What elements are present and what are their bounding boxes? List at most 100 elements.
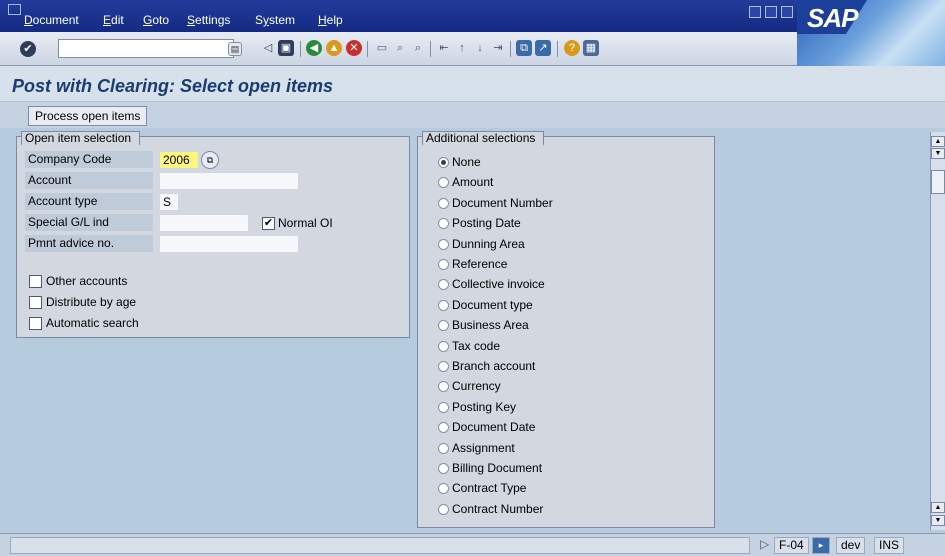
radio-label-dunning-area: Dunning Area	[452, 236, 525, 251]
back-icon[interactable]: ◀	[306, 40, 322, 56]
command-history-icon[interactable]: ▤	[228, 42, 242, 56]
company-code-field[interactable]: 2006	[159, 151, 199, 169]
menu-goto[interactable]: Goto	[143, 13, 169, 27]
application-toolbar: Process open items	[0, 102, 945, 128]
previous-page-icon[interactable]: ↑	[454, 40, 470, 56]
open-item-selection-group: Open item selection Company Code 2006 ⧉ …	[16, 131, 410, 338]
vertical-scrollbar[interactable]: ▲ ▼ ▲ ▼	[930, 132, 945, 530]
radio-billing-document[interactable]	[438, 463, 449, 474]
radio-label-branch-account: Branch account	[452, 359, 536, 373]
radio-tax-code[interactable]	[438, 340, 449, 352]
radio-label-contract-type: Contract Type	[452, 481, 527, 496]
scroll-up-bottom-icon[interactable]: ▲	[931, 502, 945, 513]
back-arrow-icon[interactable]: ◁	[260, 40, 276, 56]
main-content: Open item selection Company Code 2006 ⧉ …	[0, 128, 930, 533]
last-page-icon[interactable]: ⇥	[490, 40, 506, 56]
scroll-down-small-icon[interactable]: ▼	[931, 148, 945, 159]
menu-help[interactable]: Help	[318, 13, 343, 27]
additional-selections-legend: Additional selections	[422, 131, 545, 145]
radio-posting-key[interactable]	[438, 401, 449, 413]
minimize-icon[interactable]	[749, 6, 761, 18]
radio-label-collective-invoice: Collective invoice	[452, 277, 545, 292]
normal-oi-checkbox[interactable]: ✔	[262, 217, 275, 230]
shortcut-icon[interactable]: ↗	[535, 40, 551, 56]
find-next-icon[interactable]: ⌕	[410, 40, 426, 56]
radio-posting-date[interactable]	[438, 218, 449, 230]
radio-collective-invoice[interactable]	[438, 279, 449, 291]
page-title: Post with Clearing: Select open items	[12, 76, 334, 96]
radio-amount[interactable]	[438, 177, 449, 189]
additional-selections-group: Additional selections None Amount Document…	[417, 131, 715, 528]
normal-oi-label: Normal OI	[278, 216, 333, 230]
menu-settings[interactable]: Settings	[187, 13, 230, 27]
automatic-search-label: Automatic search	[46, 316, 139, 330]
process-open-items-button[interactable]: Process open items	[28, 106, 148, 126]
first-page-icon[interactable]: ⇤	[436, 40, 452, 56]
other-accounts-label: Other accounts	[46, 274, 128, 288]
pmnt-advice-label: Pmnt advice no.	[25, 235, 153, 252]
status-expand-icon[interactable]: ▷	[756, 537, 773, 554]
maximize-icon[interactable]	[765, 6, 777, 18]
account-field[interactable]	[159, 172, 299, 190]
value-help-icon[interactable]: ⧉	[201, 151, 219, 169]
scroll-down-icon[interactable]: ▼	[931, 515, 945, 526]
next-page-icon[interactable]: ↓	[472, 40, 488, 56]
system-menu-icon[interactable]	[8, 4, 21, 15]
close-icon[interactable]	[781, 6, 793, 18]
radio-label-reference: Reference	[452, 257, 508, 271]
print-icon[interactable]: ▭	[374, 40, 390, 56]
layout-menu-icon[interactable]: ▦	[583, 40, 599, 56]
company-code-label: Company Code	[25, 151, 153, 168]
exit-icon[interactable]: ▲	[326, 40, 342, 56]
insert-mode: INS	[874, 537, 905, 554]
radio-label-contract-number: Contract Number	[452, 501, 544, 516]
distribute-by-age-label: Distribute by age	[46, 295, 137, 309]
title-bar: Post with Clearing: Select open items	[0, 66, 945, 102]
special-gl-ind-field[interactable]	[159, 214, 249, 232]
radio-document-type[interactable]	[438, 299, 449, 311]
standard-toolbar: ✔ ▤ ◁ ▣ ◀ ▲ ✕ ▭ ⌕ ⌕ ⇤ ↑ ↓ ⇥ ⧉ ↗ ? ▦	[0, 32, 797, 66]
find-icon[interactable]: ⌕	[392, 40, 408, 56]
radio-currency[interactable]	[438, 381, 449, 393]
save-icon[interactable]: ▣	[278, 40, 294, 56]
other-accounts-checkbox[interactable]	[29, 275, 42, 288]
system-info-icon[interactable]: ▸	[812, 537, 830, 554]
radio-none[interactable]	[438, 157, 449, 168]
command-field[interactable]	[58, 39, 234, 58]
menu-system[interactable]: System	[255, 13, 295, 27]
radio-business-area[interactable]	[438, 320, 449, 332]
radio-label-posting-key: Posting Key	[452, 399, 517, 414]
radio-label-tax-code: Tax code	[452, 338, 501, 353]
status-bar: ▷ F-04 ▸ dev INS	[0, 533, 945, 556]
pmnt-advice-field[interactable]	[159, 235, 299, 253]
scroll-up-icon[interactable]: ▲	[931, 136, 945, 147]
automatic-search-checkbox[interactable]	[29, 317, 42, 330]
radio-reference[interactable]	[438, 259, 449, 270]
cancel-icon[interactable]: ✕	[346, 40, 362, 56]
new-session-icon[interactable]: ⧉	[516, 40, 532, 56]
help-icon[interactable]: ?	[564, 40, 580, 56]
radio-contract-type[interactable]	[438, 483, 449, 495]
open-item-selection-legend: Open item selection	[21, 131, 141, 145]
radio-assignment[interactable]	[438, 442, 449, 454]
radio-document-date[interactable]	[438, 422, 449, 434]
menu-document[interactable]: Document	[24, 13, 79, 27]
radio-contract-number[interactable]	[438, 503, 449, 515]
special-gl-ind-label: Special G/L ind	[25, 214, 153, 231]
ok-checkmark-icon[interactable]: ✔	[20, 41, 36, 57]
account-label: Account	[25, 172, 153, 189]
radio-label-billing-document: Billing Document	[452, 461, 543, 475]
menu-edit[interactable]: Edit	[103, 13, 124, 27]
radio-branch-account[interactable]	[438, 361, 449, 372]
transaction-code: F-04	[774, 537, 809, 554]
radio-label-currency: Currency	[452, 379, 501, 394]
account-type-field[interactable]: S	[159, 193, 179, 211]
system-name: dev	[836, 537, 866, 554]
radio-dunning-area[interactable]	[438, 238, 449, 250]
radio-label-none: None	[452, 155, 481, 169]
radio-document-number[interactable]	[438, 197, 449, 209]
radio-label-posting-date: Posting Date	[452, 216, 521, 231]
distribute-by-age-checkbox[interactable]	[29, 296, 42, 309]
radio-label-document-number: Document Number	[452, 195, 553, 210]
scroll-thumb[interactable]	[931, 170, 945, 194]
